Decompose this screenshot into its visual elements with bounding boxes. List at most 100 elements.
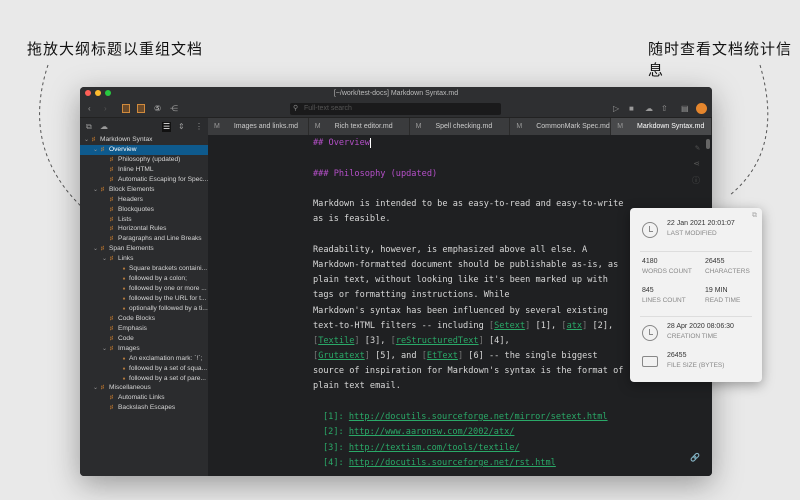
- modified-badge: M: [516, 123, 523, 130]
- outline-item[interactable]: ♯ Headers: [80, 195, 208, 205]
- tab-2[interactable]: M Spell checking.md: [410, 118, 511, 135]
- forward-icon[interactable]: ›: [104, 104, 107, 114]
- outline-item[interactable]: ⌄ ♯ Links: [80, 254, 208, 264]
- tab-4[interactable]: M Markdown Syntax.md: [611, 118, 712, 135]
- minimize-button[interactable]: [95, 90, 101, 96]
- outline-label: Philosophy (updated): [118, 155, 181, 163]
- chevron-down-icon[interactable]: ⌄: [93, 186, 101, 195]
- outline-item[interactable]: ● followed by a set of squa...: [80, 364, 208, 374]
- outline-item[interactable]: ♯ Lists: [80, 215, 208, 225]
- link-atx[interactable]: atx: [567, 321, 583, 331]
- share-small-icon[interactable]: ⋖: [693, 159, 700, 168]
- outline-item[interactable]: ⌄ ♯ Overview: [80, 144, 208, 155]
- preview-icon[interactable]: ▤: [681, 104, 689, 114]
- stop-icon[interactable]: ■: [629, 104, 634, 114]
- cloud-upload-icon[interactable]: ☁: [645, 104, 653, 114]
- detach-icon[interactable]: ⧉: [752, 212, 757, 220]
- collapse-icon[interactable]: ⇕: [178, 122, 185, 132]
- outline-item[interactable]: ♯ Backslash Escapes: [80, 403, 208, 413]
- tree-icon[interactable]: ⋲: [170, 104, 178, 114]
- outline-item[interactable]: ♯ Automatic Escaping for Spec...: [80, 175, 208, 185]
- close-button[interactable]: [85, 90, 91, 96]
- reference-link[interactable]: http://www.aaronsw.com/2002/atx/: [349, 427, 515, 437]
- search-placeholder: Full-text search: [304, 105, 352, 112]
- outline-item[interactable]: ● Square brackets containi...: [80, 264, 208, 274]
- sidebar-toggle-icon[interactable]: [122, 104, 130, 113]
- search-input[interactable]: ⚲ Full-text search: [290, 103, 501, 115]
- text-line: text-to-HTML filters -- including [Setex…: [313, 321, 614, 331]
- last-modified-label: LAST MODIFIED: [667, 230, 717, 237]
- link-icon[interactable]: 🔗: [690, 453, 700, 462]
- chevron-down-icon[interactable]: ⌄: [102, 255, 110, 264]
- outline-label: Span Elements: [109, 245, 154, 253]
- scrollbar[interactable]: [706, 139, 710, 149]
- outline-item[interactable]: ♯ Emphasis: [80, 324, 208, 334]
- outline-item[interactable]: ♯ Blockquotes: [80, 205, 208, 215]
- edit-icon[interactable]: ✎: [695, 143, 700, 152]
- new-folder-icon[interactable]: ⧉: [86, 122, 92, 132]
- outline-list-icon[interactable]: ☰: [162, 122, 172, 132]
- outline-item[interactable]: ● followed by a set of pare...: [80, 374, 208, 384]
- tab-0[interactable]: M Images and links.md: [208, 118, 309, 135]
- chevron-down-icon[interactable]: ⌄: [93, 245, 101, 254]
- outline-item[interactable]: ♯ Inline HTML: [80, 165, 208, 175]
- link-ettext[interactable]: EtText: [427, 351, 458, 361]
- outline-item[interactable]: ● followed by a colon;: [80, 274, 208, 284]
- zoom-button[interactable]: [105, 90, 111, 96]
- outline-item[interactable]: ♯ Automatic Links: [80, 393, 208, 403]
- outline-label: Blockquotes: [118, 205, 154, 213]
- tab-3[interactable]: M CommonMark Spec.md: [510, 118, 612, 135]
- heading-icon: ♯: [110, 206, 113, 213]
- outline-item[interactable]: ⌄ ♯ Block Elements: [80, 185, 208, 195]
- chevron-down-icon[interactable]: ⌄: [102, 345, 110, 354]
- bullet-icon: ●: [122, 266, 126, 273]
- file-size-label: FILE SIZE (BYTES): [667, 362, 725, 369]
- info-icon[interactable]: ⓘ: [692, 175, 700, 186]
- outline-item[interactable]: ⌄ ♯ Span Elements: [80, 244, 208, 254]
- heading-icon: ♯: [110, 325, 113, 332]
- outline-item[interactable]: ♯ Horizontal Rules: [80, 224, 208, 234]
- outline-label: Miscellaneous: [109, 384, 151, 392]
- more-icon[interactable]: ⋮: [195, 122, 203, 132]
- outline-item[interactable]: ● followed by one or more ...: [80, 284, 208, 294]
- outline-label: Headers: [118, 195, 143, 203]
- outline-item[interactable]: ⌄ ♯ Markdown Syntax: [80, 135, 208, 145]
- link-grutatext[interactable]: Grutatext: [318, 351, 365, 361]
- cloud-icon[interactable]: ☁: [100, 122, 108, 132]
- heading-philosophy: ### Philosophy (updated): [313, 169, 438, 179]
- outline-item[interactable]: ♯ Code: [80, 334, 208, 344]
- tab-1[interactable]: M Rich text editor.md: [309, 118, 410, 135]
- avatar[interactable]: [696, 103, 707, 114]
- chevron-down-icon[interactable]: ⌄: [93, 384, 101, 393]
- link-textile[interactable]: Textile: [318, 336, 354, 346]
- outline-item[interactable]: ● followed by the URL for t...: [80, 294, 208, 304]
- outline-item[interactable]: ⌄ ♯ Miscellaneous: [80, 383, 208, 393]
- back-icon[interactable]: ‹: [88, 104, 91, 114]
- heading-icon: ♯: [110, 226, 113, 233]
- text-line: as is feasible.: [313, 214, 391, 224]
- outline-item[interactable]: ⌄ ♯ Images: [80, 344, 208, 354]
- chevron-down-icon[interactable]: ⌄: [93, 146, 101, 155]
- reference-link[interactable]: http://docutils.sourceforge.net/rst.html: [349, 458, 556, 468]
- last-modified-value: 22 Jan 2021 20:01:07: [667, 220, 735, 227]
- link-setext[interactable]: Setext: [494, 321, 525, 331]
- outline-item[interactable]: ♯ Philosophy (updated): [80, 155, 208, 165]
- outline-label: Automatic Links: [118, 394, 165, 402]
- link-restructuredtext[interactable]: reStructuredText: [396, 336, 479, 346]
- heading-icon: ♯: [101, 146, 104, 153]
- outline-item[interactable]: ♯ Paragraphs and Line Breaks: [80, 234, 208, 244]
- outline-label: followed by the URL for t...: [129, 295, 207, 302]
- chevron-down-icon[interactable]: ⌄: [84, 136, 92, 145]
- outline-toggle-icon[interactable]: [137, 104, 145, 113]
- outline-item[interactable]: ● An exclamation mark: `!`;: [80, 354, 208, 364]
- outline-label: Paragraphs and Line Breaks: [118, 235, 202, 243]
- heading-icon: ♯: [101, 186, 104, 193]
- share-icon[interactable]: ⇧: [661, 104, 668, 114]
- play-icon[interactable]: ▷: [613, 104, 619, 114]
- reference-link[interactable]: http://docutils.sourceforge.net/mirror/s…: [349, 412, 608, 422]
- tab-label: Rich text editor.md: [334, 123, 393, 130]
- outline-item[interactable]: ♯ Code Blocks: [80, 314, 208, 324]
- reference-link[interactable]: http://textism.com/tools/textile/: [349, 443, 520, 453]
- html5-icon[interactable]: ⑤: [154, 104, 161, 114]
- outline-item[interactable]: ● optionally followed by a ti...: [80, 304, 208, 314]
